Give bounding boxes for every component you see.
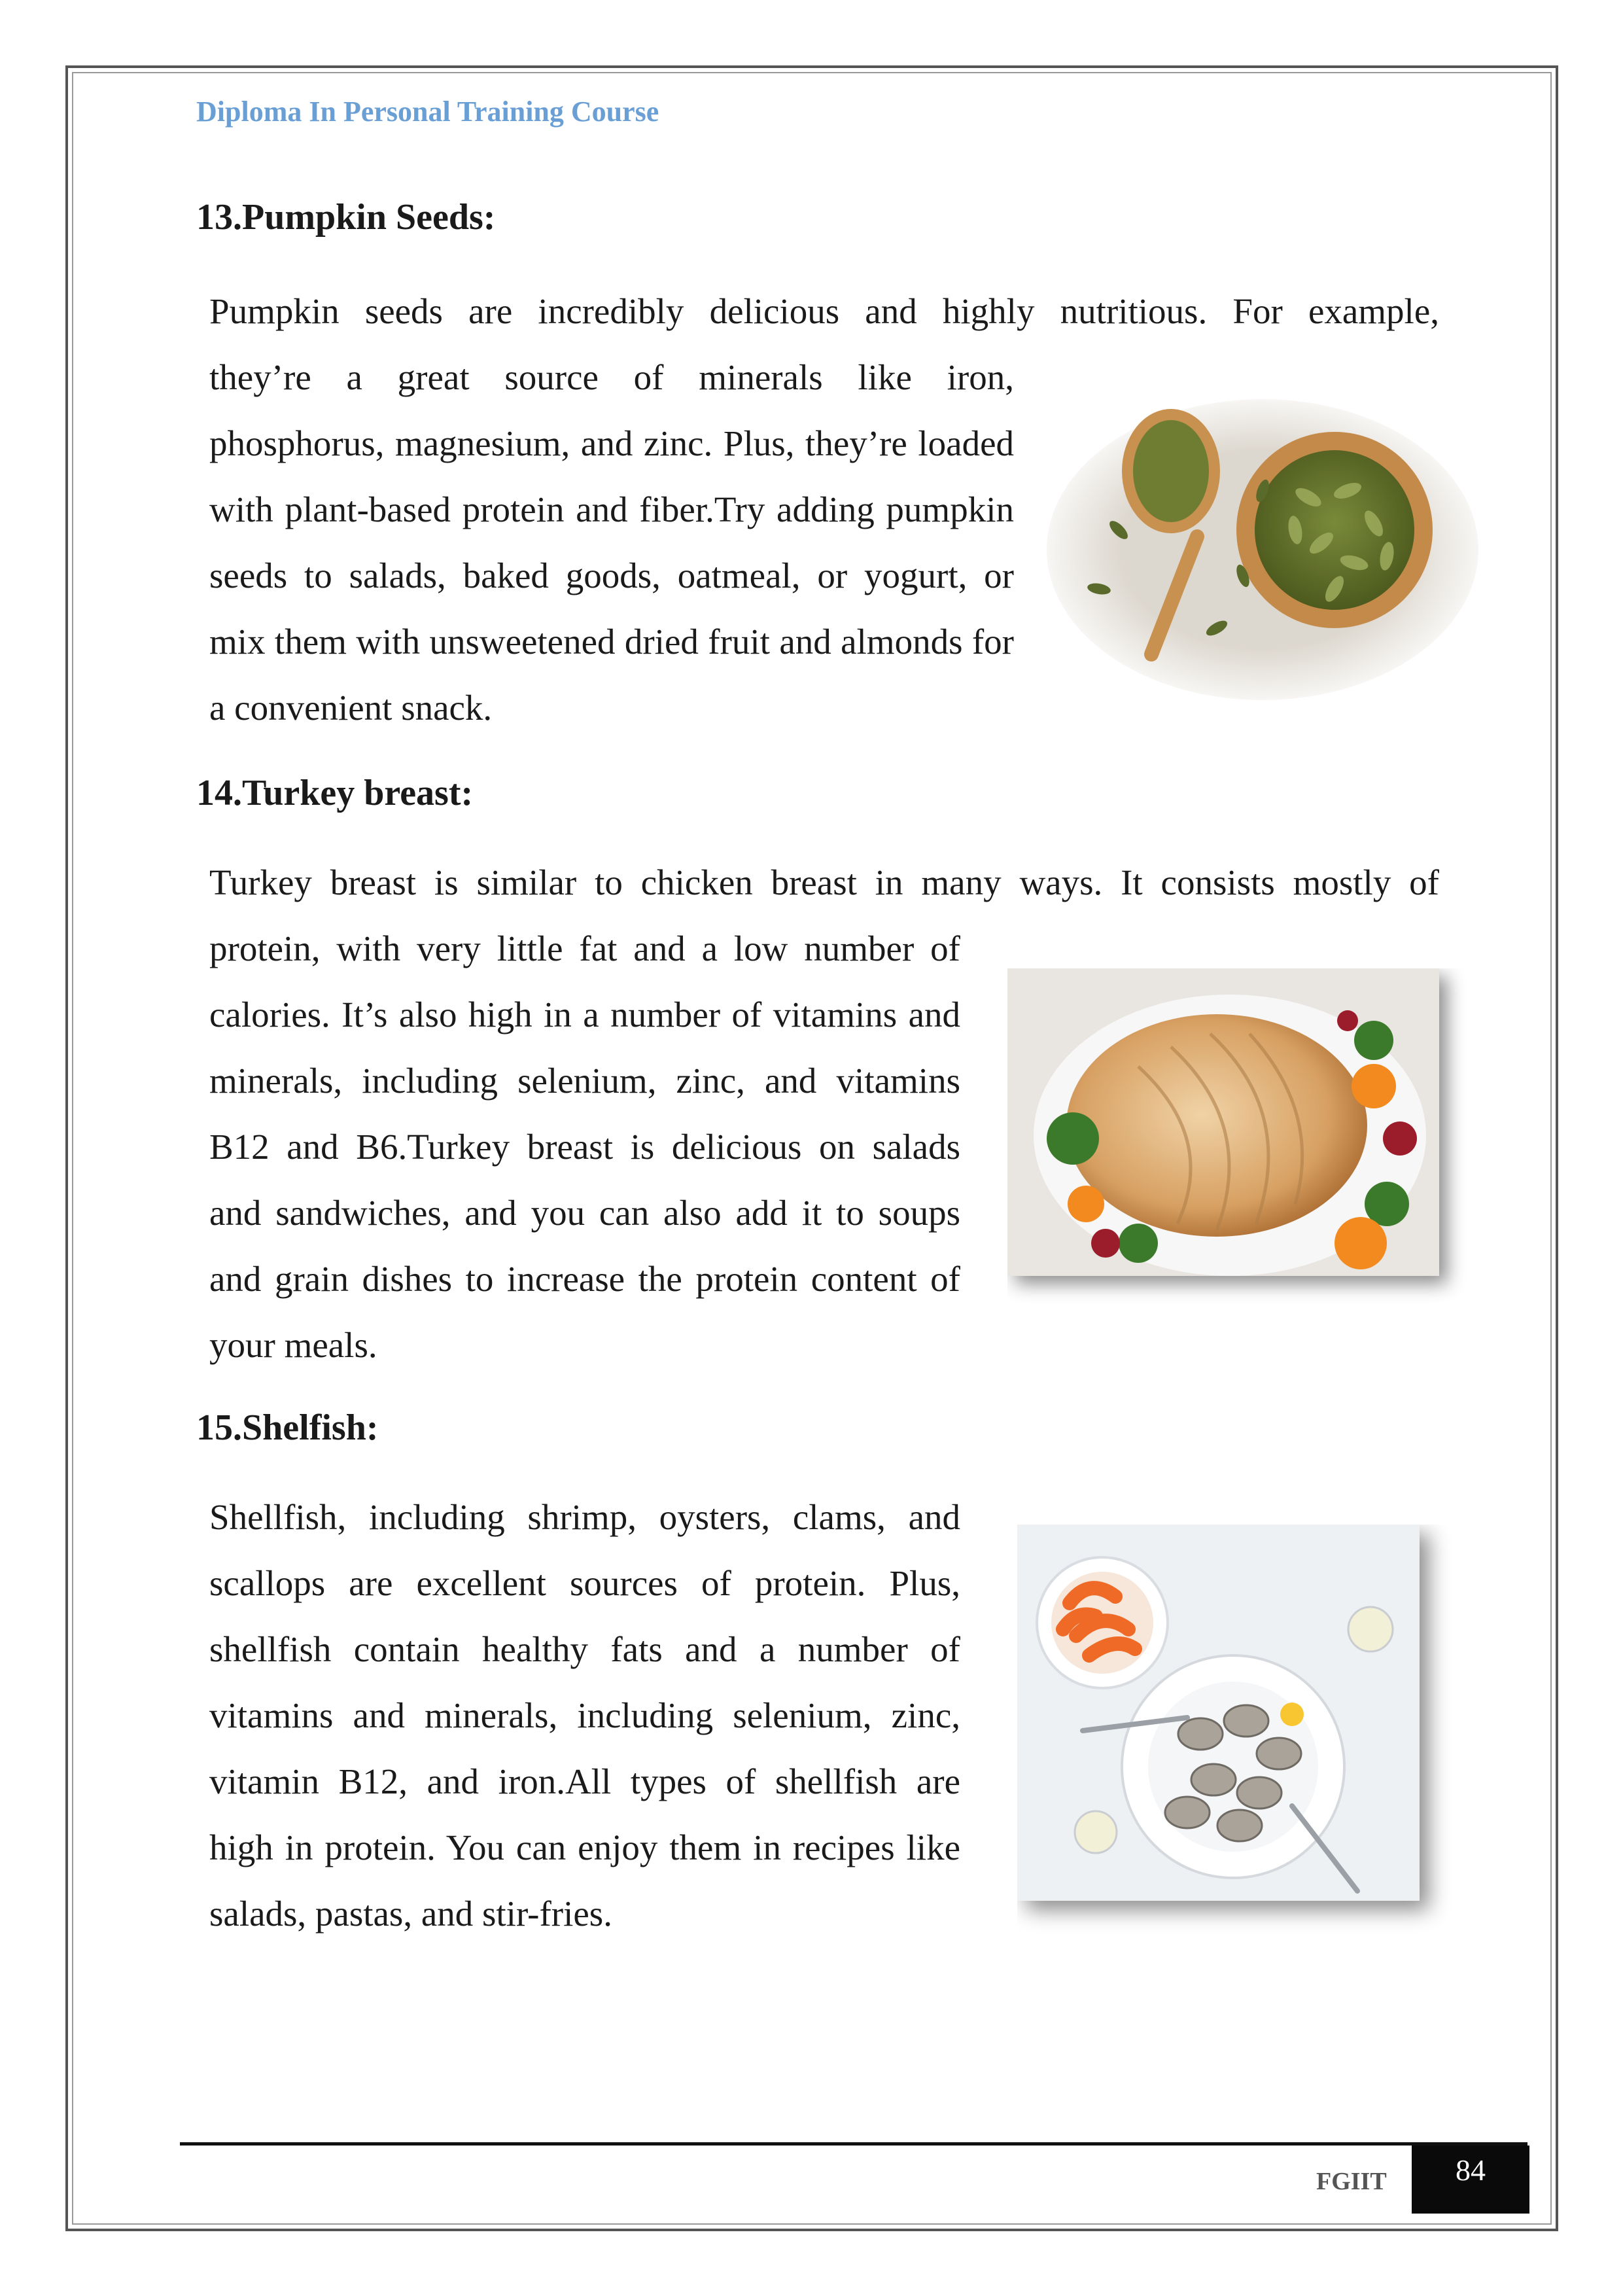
section-heading-turkey-breast: 14.Turkey breast: <box>196 773 474 813</box>
section-paragraph-pumpkin-seeds: Pumpkin seeds are incredibly delicious a… <box>209 278 1439 344</box>
turkey-breast-photo <box>1007 968 1439 1276</box>
section-paragraph-pumpkin-seeds-body: they’re a great source of minerals like … <box>209 357 1014 728</box>
section-paragraph-turkey-breast: Turkey breast is similar to chicken brea… <box>209 849 1439 915</box>
section-paragraph-shellfish: Shellfish, including shrimp, oysters, cl… <box>209 1497 960 1934</box>
running-header: Diploma In Personal Training Course <box>196 96 659 128</box>
section-paragraph-turkey-breast-body: protein, with very little fat and a low … <box>209 928 960 1365</box>
section-heading-pumpkin-seeds: 13.Pumpkin Seeds: <box>196 197 496 238</box>
section-heading-shellfish: 15.Shelfish: <box>196 1407 379 1448</box>
footer-organization: FGIIT <box>1316 2168 1387 2195</box>
paragraph-first-line: Pumpkin seeds are incredibly delicious a… <box>209 291 1439 331</box>
pumpkin-seeds-photo <box>1047 399 1478 700</box>
page-number: 84 <box>1412 2146 1529 2214</box>
footer-rule <box>180 2142 1527 2146</box>
shellfish-photo <box>1017 1525 1420 1901</box>
paragraph-first-line: Turkey breast is similar to chicken brea… <box>209 862 1439 902</box>
